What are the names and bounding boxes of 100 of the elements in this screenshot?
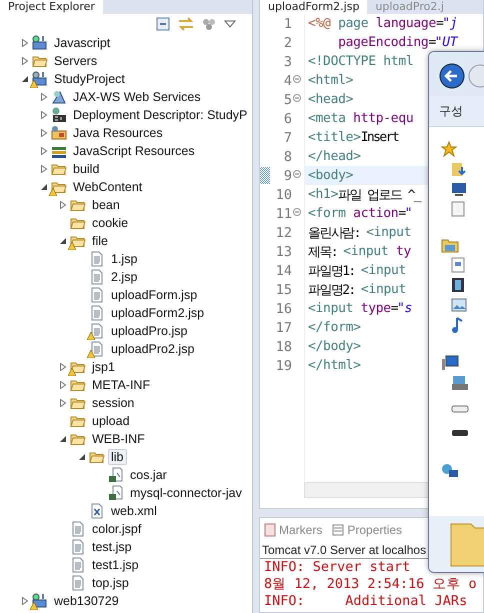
- editor-tab[interactable]: uploadForm2.jsp: [260, 0, 368, 14]
- tree-item[interactable]: uploadPro2.jsp: [108, 341, 198, 357]
- fold-icon[interactable]: [293, 75, 301, 83]
- collapse-arrow-icon[interactable]: [59, 237, 67, 245]
- tree-item[interactable]: Deployment Descriptor: StudyP: [70, 107, 250, 123]
- tree-item[interactable]: uploadForm.jsp: [108, 287, 200, 303]
- line-number: 11: [276, 206, 292, 222]
- film-icon[interactable]: [451, 277, 465, 293]
- dropdown-icon[interactable]: [224, 20, 236, 28]
- computer-icon[interactable]: [441, 355, 459, 371]
- expand-arrow-icon[interactable]: [21, 57, 29, 65]
- explorer-tab[interactable]: Project Explorer: [0, 0, 103, 14]
- line-number: 12: [276, 224, 292, 240]
- tree-item[interactable]: test.jsp: [89, 539, 135, 555]
- library-icon[interactable]: [441, 237, 459, 253]
- code-line: 올린사람: <input: [308, 224, 412, 242]
- tree-item[interactable]: web.xml: [108, 503, 160, 519]
- tree-item[interactable]: JAX-WS Web Services: [70, 89, 204, 105]
- star-icon[interactable]: [441, 141, 457, 157]
- console-tab[interactable]: Markers: [264, 523, 322, 537]
- expand-arrow-icon[interactable]: [59, 381, 67, 389]
- code-line: <h1>파일 업로드 ^_: [308, 186, 420, 204]
- console-line: INFO: Server start: [263, 559, 412, 576]
- tree-item[interactable]: mysql-connector-jav: [127, 485, 245, 501]
- tree-item[interactable]: META-INF: [89, 377, 154, 393]
- monitor-icon[interactable]: [451, 182, 467, 196]
- code-line: <body>: [308, 167, 354, 185]
- code-line: pageEncoding="UT: [337, 34, 458, 52]
- line-number: 10: [276, 186, 292, 202]
- expand-arrow-icon[interactable]: [40, 147, 48, 155]
- line-number: 9: [284, 168, 292, 184]
- line-number: 15: [276, 282, 292, 298]
- code-line: <!DOCTYPE html: [308, 53, 414, 71]
- line-number: 16: [276, 300, 292, 316]
- fold-icon[interactable]: [293, 208, 301, 216]
- tree-item[interactable]: file: [89, 233, 111, 249]
- line-number: 1: [284, 16, 292, 32]
- console-tab[interactable]: Properties: [332, 523, 402, 537]
- collapse-arrow-icon[interactable]: [40, 183, 48, 191]
- tree-item[interactable]: upload: [89, 413, 133, 429]
- collapse-arrow-icon[interactable]: [21, 75, 29, 83]
- line-number: 8: [284, 148, 292, 164]
- expand-arrow-icon[interactable]: [40, 111, 48, 119]
- tree-item[interactable]: session: [89, 395, 138, 411]
- expand-arrow-icon[interactable]: [21, 597, 29, 605]
- line-number: 19: [276, 358, 292, 374]
- back-icon[interactable]: [439, 63, 465, 89]
- line-number: 17: [276, 320, 292, 336]
- tree-item[interactable]: Java Resources: [70, 125, 166, 141]
- tree-item[interactable]: WebContent: [70, 179, 146, 195]
- tree-item[interactable]: lib: [108, 449, 127, 465]
- tree-item[interactable]: StudyProject: [51, 71, 128, 87]
- expand-arrow-icon[interactable]: [21, 39, 29, 47]
- tree-item[interactable]: bean: [89, 197, 123, 213]
- code-line: </html>: [308, 357, 361, 375]
- code-line: 파일명2: <input: [308, 281, 406, 299]
- drive-icon[interactable]: [451, 429, 469, 437]
- code-line: <input type="s: [308, 300, 412, 318]
- fold-icon[interactable]: [293, 94, 301, 102]
- expand-arrow-icon[interactable]: [59, 363, 67, 371]
- document-icon[interactable]: [451, 201, 465, 217]
- console-line: INFO: Additional JARs: [263, 593, 468, 610]
- tree-item[interactable]: top.jsp: [89, 575, 132, 591]
- code-line: 파일명1: <input: [308, 262, 406, 280]
- tree-item[interactable]: test1.jsp: [89, 557, 142, 573]
- expand-arrow-icon[interactable]: [59, 201, 67, 209]
- tree-item[interactable]: color.jspf: [89, 521, 144, 537]
- expand-arrow-icon[interactable]: [59, 399, 67, 407]
- tree-item[interactable]: 1.jsp: [108, 251, 140, 267]
- music-note-icon[interactable]: [451, 317, 463, 333]
- picture-icon[interactable]: [451, 298, 467, 312]
- collapse-all-icon[interactable]: [156, 17, 170, 31]
- collapse-arrow-icon[interactable]: [78, 453, 86, 461]
- tree-item[interactable]: jsp1: [89, 359, 118, 375]
- network-icon[interactable]: [441, 463, 459, 479]
- tree-item[interactable]: uploadForm2.jsp: [108, 305, 208, 321]
- tree-item[interactable]: Servers: [51, 53, 100, 69]
- code-line: <%@ page language="j: [308, 15, 458, 33]
- code-line: <head>: [308, 91, 354, 109]
- fold-icon[interactable]: [293, 170, 301, 178]
- tree-item[interactable]: Javascript: [51, 35, 114, 51]
- collapse-arrow-icon[interactable]: [59, 435, 67, 443]
- code-line: <form action=": [308, 205, 412, 223]
- download-folder-icon[interactable]: [451, 161, 467, 177]
- code-line: </head>: [308, 148, 361, 166]
- line-number: 6: [284, 110, 292, 126]
- tree-item[interactable]: web130729: [51, 593, 122, 609]
- tree-item[interactable]: cookie: [89, 215, 132, 231]
- expand-arrow-icon[interactable]: [40, 93, 48, 101]
- tree-item[interactable]: JavaScript Resources: [70, 143, 198, 159]
- line-number: 14: [276, 262, 292, 278]
- tree-item[interactable]: uploadPro.jsp: [108, 323, 190, 339]
- tree-item[interactable]: WEB-INF: [89, 431, 148, 447]
- line-number: 3: [284, 54, 292, 70]
- tree-item[interactable]: cos.jar: [127, 467, 170, 483]
- tree-item[interactable]: 2.jsp: [108, 269, 140, 285]
- expand-arrow-icon[interactable]: [40, 165, 48, 173]
- expand-arrow-icon[interactable]: [40, 129, 48, 137]
- tree-item[interactable]: build: [70, 161, 102, 177]
- link-arrows-icon[interactable]: [178, 17, 194, 31]
